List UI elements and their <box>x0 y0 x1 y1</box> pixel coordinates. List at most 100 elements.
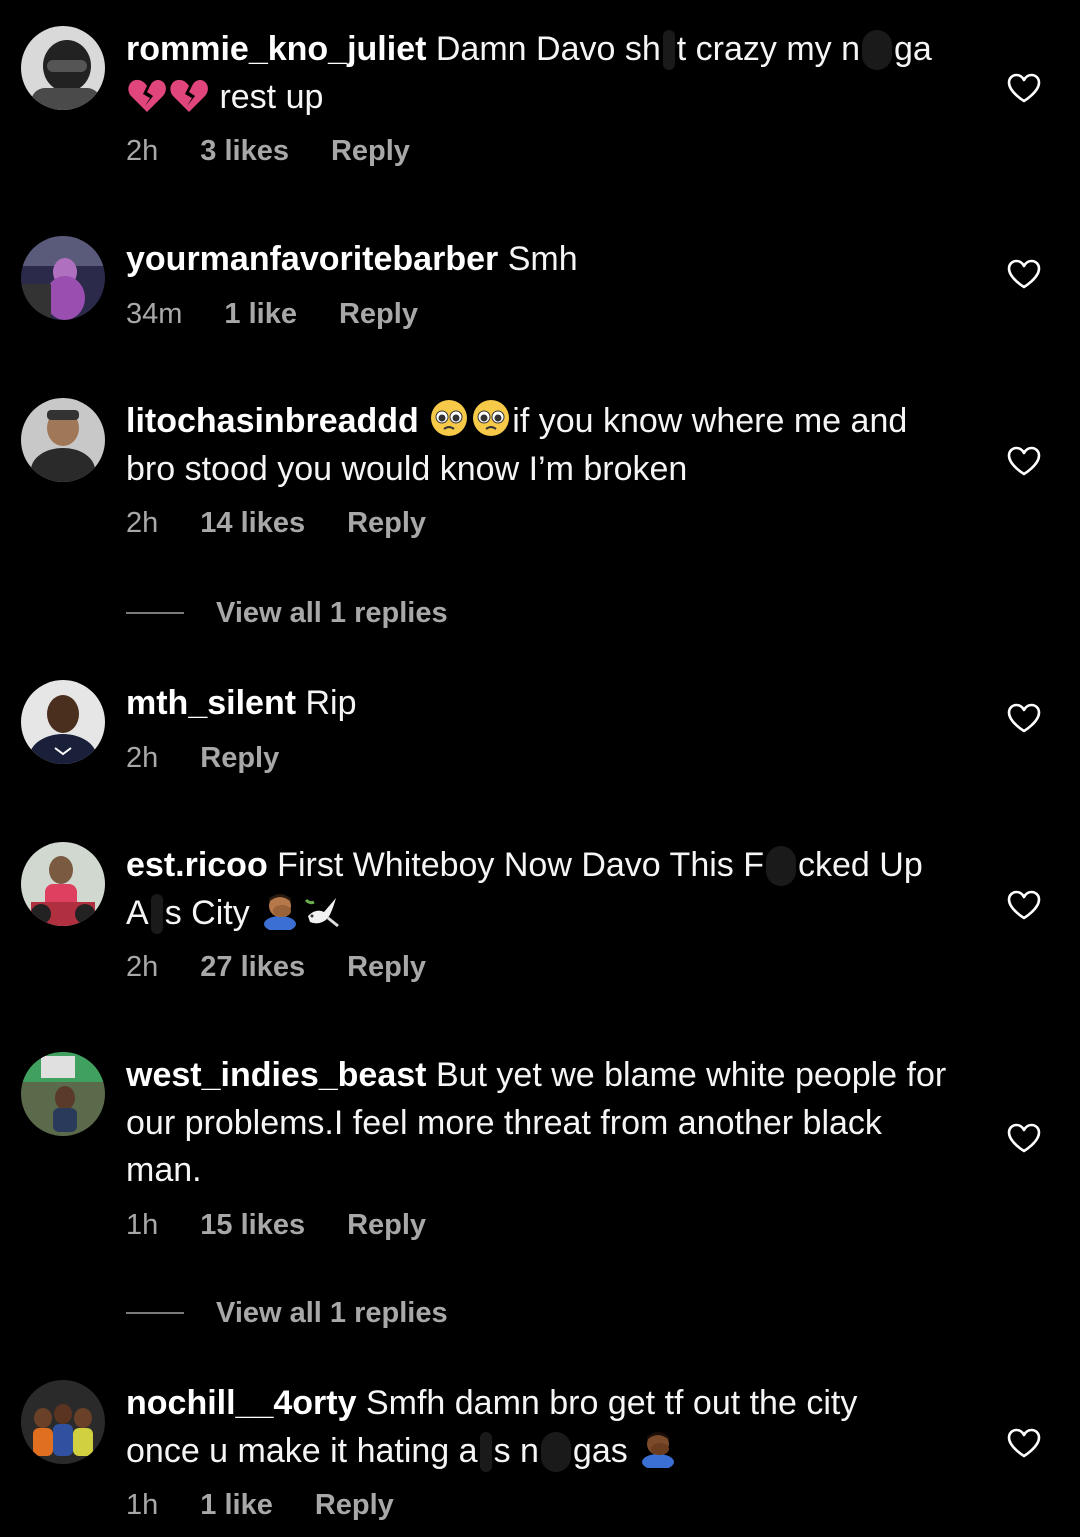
man-facepalming-icon <box>642 1431 675 1468</box>
view-replies-label: View all 1 replies <box>216 596 448 629</box>
comment-text: yourmanfavoritebarber Smh <box>126 236 966 284</box>
avatar-image <box>21 26 105 110</box>
heart-outline-icon[interactable] <box>1007 259 1041 289</box>
pleading-face-icon <box>431 400 468 436</box>
reply-button[interactable]: Reply <box>315 1485 394 1525</box>
man-facepalming-icon <box>264 893 297 930</box>
comment-meta: 34m 1 like Reply <box>126 294 966 334</box>
comment-text-part: cked Up <box>798 846 923 884</box>
avatar-image <box>21 1052 105 1136</box>
comment-text-part: ga <box>894 30 932 68</box>
comment-text-part: s City <box>164 893 250 932</box>
censor-mark <box>540 1431 571 1472</box>
reply-button[interactable]: Reply <box>339 294 418 334</box>
comment-body: yourmanfavoritebarber Smh 34m 1 like Rep… <box>126 236 966 334</box>
broken-heart-icon <box>170 79 208 112</box>
comment-body: litochasinbreaddd if you know where me a… <box>126 398 966 543</box>
comment-text-part: Rip <box>305 684 357 722</box>
avatar[interactable] <box>21 842 105 926</box>
comment-body: nochill__4orty Smfh damn bro get tf out … <box>126 1380 966 1525</box>
comment-text: rommie_kno_juliet Damn Davo sh t crazy my… <box>126 26 966 121</box>
timestamp: 2h <box>126 507 159 539</box>
reply-button[interactable]: Reply <box>347 947 426 987</box>
pleading-face-icon <box>473 400 510 436</box>
username[interactable]: yourmanfavoritebarber <box>126 240 498 278</box>
avatar[interactable] <box>21 398 105 482</box>
reply-button[interactable]: Reply <box>347 503 426 543</box>
censor-mark <box>862 30 892 70</box>
username[interactable]: rommie_kno_juliet <box>126 30 426 68</box>
likes-count[interactable]: 15 likes <box>200 1205 305 1245</box>
timestamp: 2h <box>126 135 159 167</box>
reply-button[interactable]: Reply <box>200 738 279 778</box>
username[interactable]: litochasinbreaddd <box>126 402 419 440</box>
censor-mark <box>150 893 163 934</box>
timestamp: 2h <box>126 951 159 983</box>
username[interactable]: nochill__4orty <box>126 1384 357 1422</box>
avatar[interactable] <box>21 26 105 110</box>
comment-text-part: Damn Davo sh <box>435 30 661 68</box>
comment-text-part: t crazy my n <box>676 30 860 68</box>
comment-text-part: rest up <box>219 77 324 116</box>
comment-text: litochasinbreaddd if you know where me a… <box>126 398 966 493</box>
comment-body: west_indies_beast But yet we blame white… <box>126 1052 966 1245</box>
avatar-image <box>21 1380 105 1464</box>
timestamp: 1h <box>126 1489 159 1521</box>
likes-count[interactable]: 1 like <box>200 1485 273 1525</box>
likes-count[interactable]: 27 likes <box>200 947 305 987</box>
divider-line <box>126 612 184 614</box>
comment-meta: 2h Reply <box>126 738 966 778</box>
heart-outline-icon[interactable] <box>1007 1123 1041 1153</box>
comment-text: mth_silent Rip <box>126 680 966 728</box>
avatar[interactable] <box>21 680 105 764</box>
comment-meta: 1h 15 likes Reply <box>126 1205 966 1245</box>
username[interactable]: est.ricoo <box>126 846 268 884</box>
reply-button[interactable]: Reply <box>347 1205 426 1245</box>
likes-count[interactable]: 14 likes <box>200 503 305 543</box>
heart-outline-icon[interactable] <box>1007 703 1041 733</box>
view-replies-label: View all 1 replies <box>216 1296 448 1329</box>
heart-outline-icon[interactable] <box>1007 73 1041 103</box>
avatar[interactable] <box>21 1380 105 1464</box>
comment-meta: 2h 14 likes Reply <box>126 503 966 543</box>
timestamp: 2h <box>126 741 159 774</box>
avatar-image <box>21 842 105 926</box>
heart-outline-icon[interactable] <box>1007 446 1041 476</box>
comment-text-part: if you know where me and <box>512 402 908 440</box>
comment-text-part: gas <box>572 1431 628 1470</box>
comment-body: rommie_kno_juliet Damn Davo sh t crazy my… <box>126 26 966 171</box>
broken-heart-icon <box>128 79 166 112</box>
comment-text-part: once u make it hating a <box>126 1431 478 1470</box>
comment-text-part: A <box>126 893 149 932</box>
comment-text: nochill__4orty Smfh damn bro get tf out … <box>126 1380 966 1475</box>
avatar-image <box>21 680 105 764</box>
avatar[interactable] <box>21 1052 105 1136</box>
heart-outline-icon[interactable] <box>1007 1428 1041 1458</box>
comment-meta: 2h 3 likes Reply <box>126 131 966 171</box>
view-replies-button[interactable]: View all 1 replies <box>126 593 448 633</box>
likes-count[interactable]: 3 likes <box>200 131 289 171</box>
comment-text: est.ricoo First Whiteboy Now Davo This F… <box>126 842 966 937</box>
likes-count[interactable]: 1 like <box>224 294 297 334</box>
comment-body: mth_silent Rip 2h Reply <box>126 680 966 778</box>
divider-line <box>126 1312 184 1314</box>
timestamp: 1h <box>126 1208 159 1241</box>
view-replies-button[interactable]: View all 1 replies <box>126 1293 448 1333</box>
avatar-image <box>21 398 105 482</box>
username[interactable]: mth_silent <box>126 684 296 722</box>
avatar-image <box>21 236 105 320</box>
comment-text-part: Smh <box>507 240 578 278</box>
censor-mark <box>662 30 675 70</box>
comment-text-part: s n <box>493 1431 539 1470</box>
heart-outline-icon[interactable] <box>1007 890 1041 920</box>
comment-text: west_indies_beast But yet we blame white… <box>126 1052 966 1195</box>
avatar[interactable] <box>21 236 105 320</box>
username[interactable]: west_indies_beast <box>126 1056 426 1094</box>
comment-body: est.ricoo First Whiteboy Now Davo This F… <box>126 842 966 987</box>
comment-meta: 2h 27 likes Reply <box>126 947 966 987</box>
reply-button[interactable]: Reply <box>331 131 410 171</box>
comment-text-part: bro stood you would know I’m broken <box>126 449 688 488</box>
comment-text-part: First Whiteboy Now Davo This F <box>277 846 764 884</box>
censor-mark <box>479 1431 492 1472</box>
dove-icon <box>305 897 340 927</box>
